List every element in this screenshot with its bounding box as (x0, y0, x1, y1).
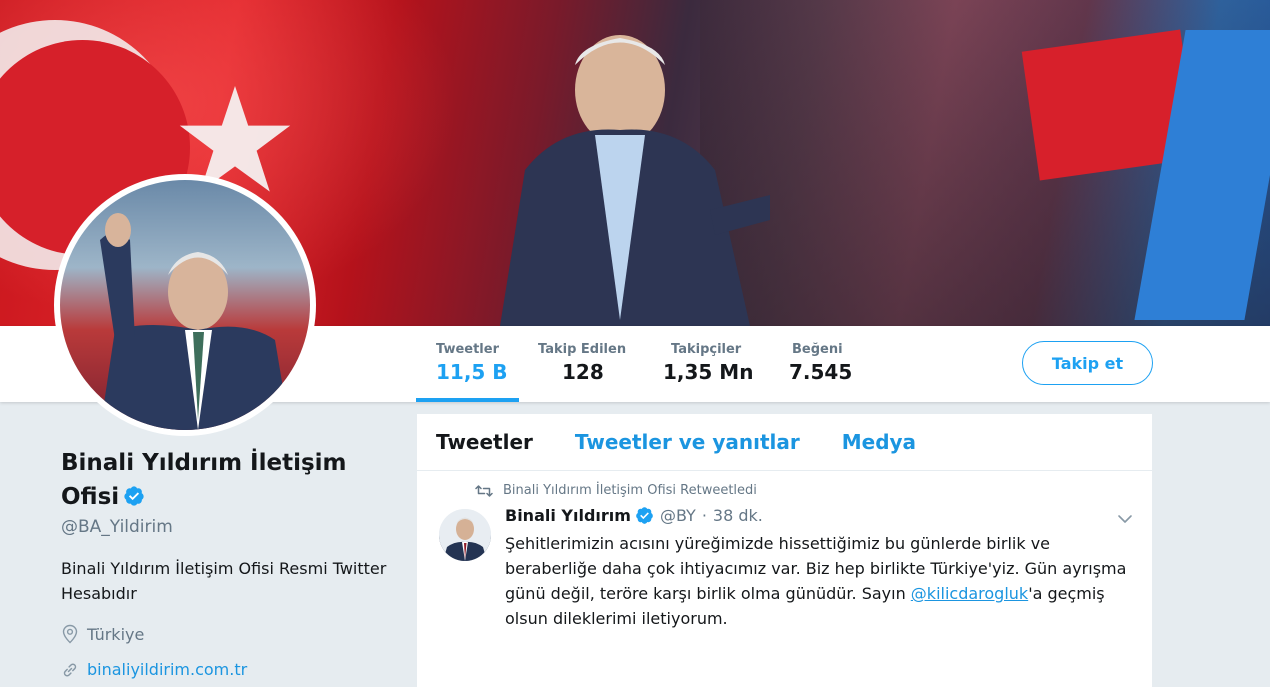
stat-following[interactable]: Takip Edilen 128 (538, 342, 626, 384)
retweet-icon (475, 484, 493, 497)
profile-name: Binali Yıldırım İletişim Ofisi (61, 446, 381, 514)
profile-avatar[interactable] (54, 174, 316, 436)
profile-handle: @BA_Yildirim (61, 517, 173, 537)
stat-value: 128 (562, 360, 604, 384)
link-icon (63, 663, 77, 676)
person-image (500, 35, 770, 326)
location-text: Türkiye (87, 624, 145, 644)
stat-value: 7.545 (789, 360, 853, 384)
tab-media[interactable]: Medya (842, 430, 916, 454)
verified-badge-icon (636, 507, 653, 524)
tweet[interactable]: Binali Yıldırım İletişim Ofisi Retweetle… (417, 471, 1152, 687)
retweet-context-text[interactable]: Binali Yıldırım İletişim Ofisi Retweetle… (503, 483, 757, 498)
stat-label: Tweetler (436, 342, 499, 357)
timeline-tabs: Tweetler Tweetler ve yanıtlar Medya (417, 414, 1152, 471)
author-photo (439, 509, 491, 561)
stat-value: 11,5 B (436, 360, 508, 384)
stat-label: Takip Edilen (538, 342, 627, 357)
verified-badge-icon (124, 486, 144, 506)
tweet-author-avatar[interactable] (439, 509, 491, 561)
mention-link[interactable]: @kilicdarogluk (911, 584, 1028, 603)
profile-location: Türkiye (61, 624, 144, 644)
retweet-context: Binali Yıldırım İletişim Ofisi Retweetle… (475, 483, 757, 498)
tweet-author-handle[interactable]: @BY (660, 506, 696, 525)
tab-tweets-and-replies[interactable]: Tweetler ve yanıtlar (575, 430, 800, 454)
tweet-separator: · (701, 506, 707, 525)
follow-button[interactable]: Takip et (1022, 341, 1153, 385)
tweet-timestamp[interactable]: 38 dk. (713, 506, 763, 525)
timeline: Tweetler Tweetler ve yanıtlar Medya Bina… (417, 414, 1152, 687)
tweet-text: Şehitlerimizin acısını yüreğimizde hisse… (505, 531, 1135, 631)
stat-tweets[interactable]: Tweetler 11,5 B (436, 342, 508, 384)
stat-value: 1,35 Mn (663, 360, 754, 384)
tweet-header: Binali Yıldırım @BY · 38 dk. (505, 506, 763, 525)
stat-label: Takipçiler (671, 342, 742, 357)
avatar-photo (100, 213, 290, 430)
website-link[interactable]: binaliyildirim.com.tr (87, 660, 247, 679)
active-tab-indicator (416, 398, 519, 402)
profile-name-text: Binali Yıldırım İletişim Ofisi (61, 450, 347, 510)
stat-likes[interactable]: Beğeni 7.545 (789, 342, 852, 384)
profile-bio: Binali Yıldırım İletişim Ofisi Resmi Twi… (61, 559, 387, 603)
location-pin-icon (62, 624, 78, 644)
profile-website: binaliyildirim.com.tr (61, 660, 247, 679)
tab-tweets[interactable]: Tweetler (436, 430, 533, 454)
tweet-author-name[interactable]: Binali Yıldırım (505, 506, 631, 525)
stat-followers[interactable]: Takipçiler 1,35 Mn (663, 342, 753, 384)
chevron-down-icon[interactable] (1117, 513, 1133, 525)
stat-label: Beğeni (792, 342, 843, 357)
